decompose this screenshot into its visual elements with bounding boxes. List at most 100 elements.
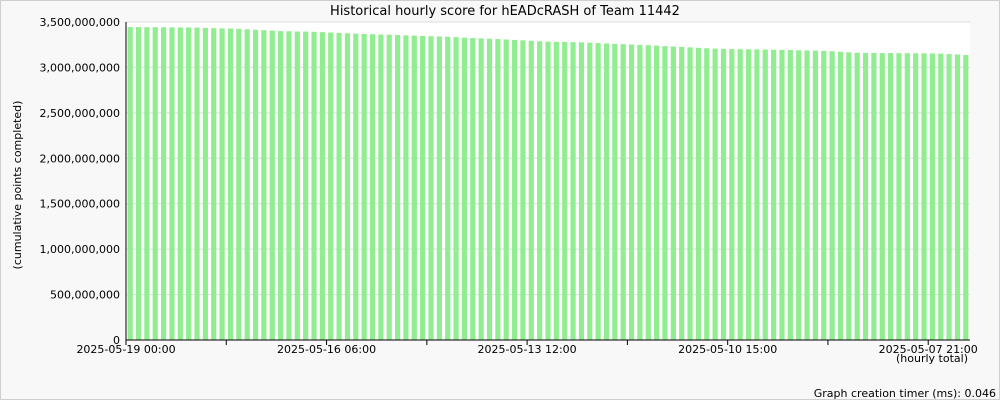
- y-axis-label: (cumulative points completed): [11, 101, 24, 270]
- bar: [553, 41, 559, 341]
- bar: [603, 43, 610, 340]
- bar: [729, 49, 735, 340]
- bar: [344, 33, 351, 340]
- bar: [252, 29, 259, 340]
- bar: [394, 35, 401, 340]
- bar: [211, 28, 217, 341]
- bar: [888, 53, 894, 340]
- bar: [411, 35, 417, 340]
- y-tick-label: 500,000,000: [50, 289, 120, 302]
- bar: [311, 31, 317, 341]
- bar: [269, 30, 275, 340]
- bar: [929, 53, 935, 340]
- bar: [854, 52, 860, 340]
- bar: [152, 27, 158, 340]
- bar: [378, 34, 384, 341]
- bar: [829, 51, 835, 340]
- bar: [695, 47, 702, 340]
- bar: [328, 32, 334, 340]
- x-tick-label: 2025-05-07 21:00: [879, 343, 978, 356]
- bar: [511, 39, 518, 340]
- bar: [963, 54, 969, 341]
- graph-timer-text: Graph creation timer (ms): 0.046: [814, 387, 996, 400]
- bars: [127, 26, 969, 341]
- bar: [286, 31, 292, 341]
- bar: [954, 54, 961, 340]
- bar: [436, 36, 442, 340]
- y-tick-label: 1,000,000,000: [40, 243, 120, 256]
- bar: [244, 29, 250, 340]
- bar: [562, 41, 568, 340]
- bar: [144, 27, 150, 340]
- bar: [528, 40, 534, 340]
- bar: [904, 53, 910, 340]
- bar: [570, 42, 576, 340]
- bar: [486, 38, 493, 340]
- bar: [236, 28, 242, 341]
- bar: [135, 27, 142, 340]
- bar: [679, 46, 685, 340]
- chart-title: Historical hourly score for hEADcRASH of…: [330, 4, 680, 19]
- score-chart: Historical hourly score for hEADcRASH of…: [11, 4, 996, 400]
- bar: [938, 53, 944, 340]
- x-tick-label: 2025-05-16 06:00: [277, 343, 376, 356]
- bar: [278, 31, 284, 340]
- bar: [921, 53, 927, 341]
- bar: [127, 26, 133, 341]
- bar: [353, 33, 359, 341]
- bar: [503, 39, 509, 340]
- bar: [202, 27, 208, 341]
- bar: [620, 44, 626, 341]
- bar: [227, 28, 234, 340]
- bar: [595, 43, 601, 340]
- bar: [754, 49, 760, 341]
- bar: [787, 50, 793, 340]
- bar: [913, 53, 919, 341]
- x-tick-label: 2025-05-19 00:00: [76, 343, 175, 356]
- bar: [821, 50, 827, 340]
- bar: [161, 27, 167, 340]
- bar: [645, 45, 651, 340]
- bar: [537, 41, 543, 340]
- y-tick-label: 3,000,000,000: [40, 61, 120, 74]
- bar: [386, 34, 392, 340]
- bar: [712, 48, 718, 340]
- bar: [461, 37, 468, 340]
- bar: [779, 49, 785, 341]
- y-tick-label: 2,500,000,000: [40, 107, 120, 120]
- bar: [862, 52, 869, 341]
- bar: [177, 27, 183, 341]
- y-tick-label: 1,500,000,000: [40, 198, 120, 211]
- bar: [319, 32, 325, 341]
- bar: [654, 45, 660, 340]
- bar: [628, 44, 635, 341]
- bar: [186, 27, 192, 341]
- bar: [771, 49, 777, 341]
- bar: [896, 53, 902, 340]
- bar: [478, 38, 484, 341]
- bar: [303, 31, 309, 340]
- bar: [169, 27, 175, 341]
- bar: [637, 44, 643, 341]
- bar: [294, 31, 300, 340]
- bar: [428, 36, 434, 341]
- bar: [946, 54, 952, 340]
- bar: [745, 49, 752, 341]
- bar: [336, 32, 342, 340]
- bar: [670, 46, 676, 340]
- bar: [662, 46, 668, 340]
- bar: [687, 47, 693, 340]
- bar: [804, 50, 810, 340]
- bar: [812, 50, 818, 341]
- y-tick-label: 2,000,000,000: [40, 152, 120, 165]
- bar: [587, 42, 593, 341]
- bar: [194, 27, 200, 340]
- bar: [846, 52, 852, 341]
- bar: [762, 49, 768, 340]
- bar: [470, 37, 476, 341]
- bar: [545, 41, 551, 340]
- bar: [578, 42, 585, 341]
- bar: [361, 33, 367, 341]
- x-tick-label: 2025-05-10 15:00: [678, 343, 777, 356]
- bar: [219, 28, 225, 341]
